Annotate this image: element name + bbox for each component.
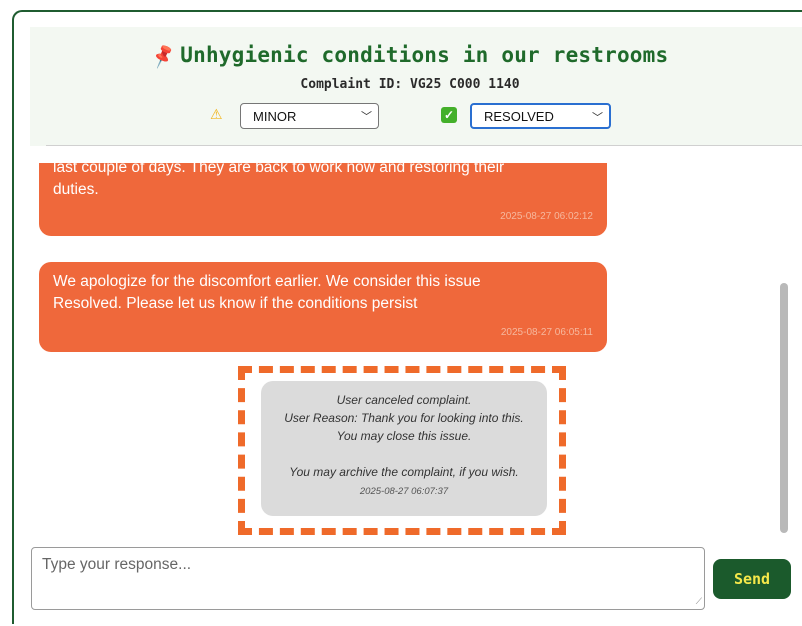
- resize-handle-icon[interactable]: ⟋: [696, 596, 702, 607]
- system-message-line: User canceled complaint.: [336, 393, 472, 407]
- chevron-down-icon: ﹀: [592, 112, 603, 124]
- message-text-line: We apologize for the discomfort earlier.…: [53, 273, 481, 290]
- thread-scrollbar[interactable]: [780, 163, 790, 538]
- send-button[interactable]: Send: [713, 559, 791, 599]
- pin-icon: 📌: [148, 42, 178, 71]
- message-thread[interactable]: last couple of days. They are back to wo…: [30, 163, 782, 538]
- response-input[interactable]: Type your response... ⟋: [31, 547, 705, 610]
- chevron-down-icon: ﹀: [361, 111, 372, 123]
- complaint-id: Complaint ID: VG25 C000 1140: [300, 77, 520, 92]
- system-message: User canceled complaint. User Reason: Th…: [261, 381, 547, 516]
- check-icon: ✓: [441, 107, 457, 123]
- system-message-timestamp: 2025-08-27 06:07:37: [359, 486, 449, 497]
- message-bubble: last couple of days. They are back to wo…: [39, 163, 607, 236]
- message-text-line: duties.: [53, 181, 99, 198]
- message-bubble: We apologize for the discomfort earlier.…: [39, 262, 607, 352]
- status-select[interactable]: RESOLVED ﹀: [470, 103, 611, 129]
- warning-icon: ⚠: [210, 106, 223, 122]
- severity-select-value: MINOR: [253, 109, 297, 124]
- complaint-title-row: 📌 Unhygienic conditions in our restrooms: [30, 42, 790, 71]
- complaint-controls: ⚠ MINOR ﹀ ✓ RESOLVED ﹀: [30, 103, 790, 129]
- severity-select[interactable]: MINOR ﹀: [240, 103, 379, 129]
- complaint-header: 📌 Unhygienic conditions in our restrooms …: [30, 27, 802, 146]
- response-input-placeholder: Type your response...: [42, 556, 192, 573]
- message-timestamp: 2025-08-27 06:02:12: [500, 211, 593, 222]
- system-message-line: You may close this issue.: [336, 429, 472, 443]
- message-text-line: last couple of days. They are back to wo…: [53, 163, 505, 176]
- complaint-title: Unhygienic conditions in our restrooms: [180, 43, 669, 67]
- header-divider: [46, 145, 802, 146]
- message-text-line: Resolved. Please let us know if the cond…: [53, 295, 418, 312]
- status-select-value: RESOLVED: [484, 109, 554, 124]
- system-message-line: User Reason: Thank you for looking into …: [284, 411, 524, 425]
- system-message-line: You may archive the complaint, if you wi…: [289, 465, 519, 479]
- message-timestamp: 2025-08-27 06:05:11: [500, 327, 593, 338]
- scrollbar-thumb[interactable]: [780, 283, 788, 533]
